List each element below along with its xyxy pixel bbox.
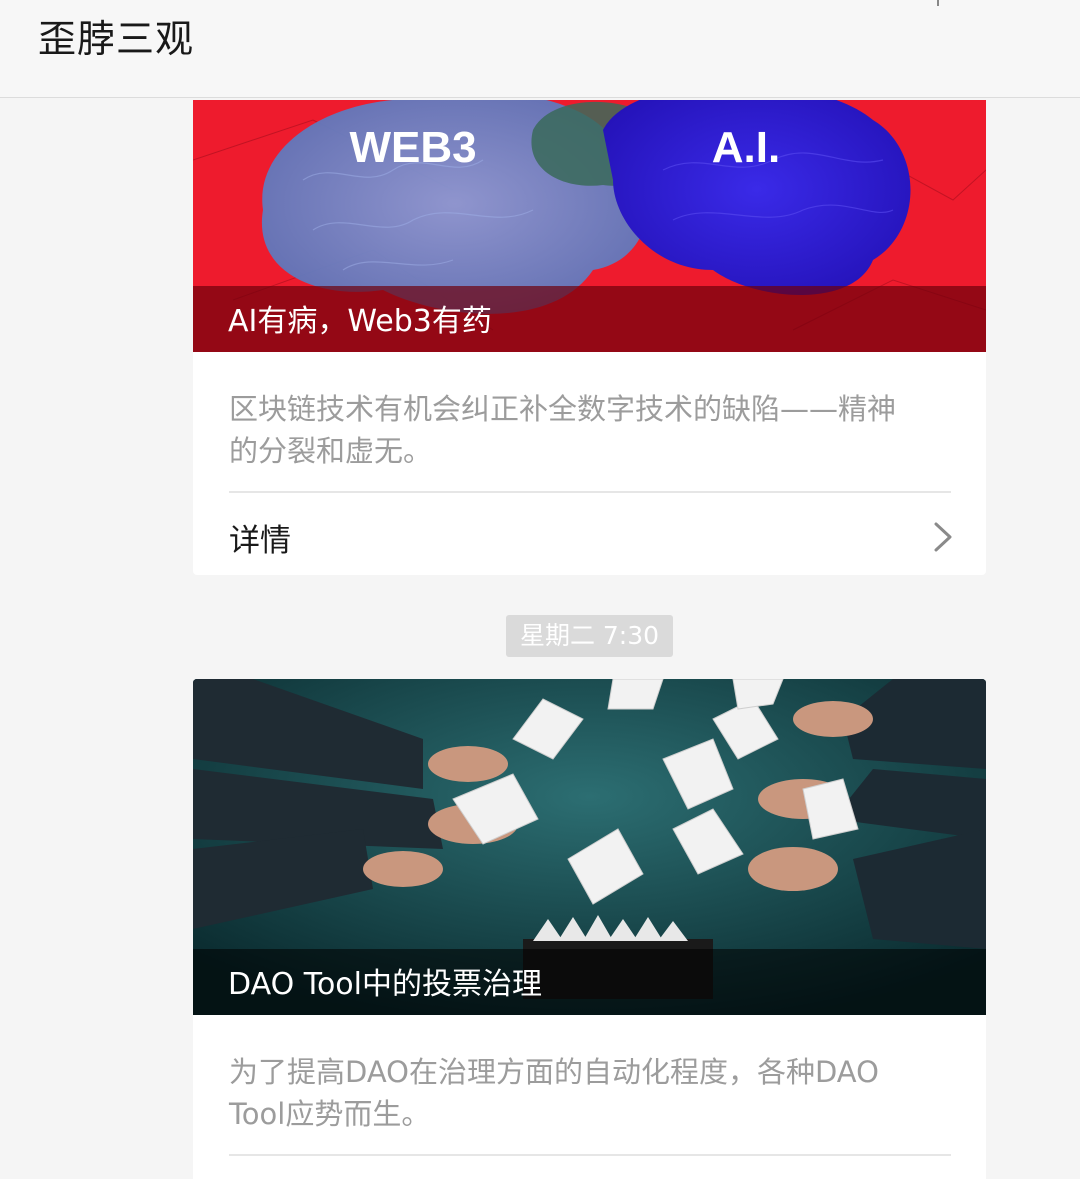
article-summary: 区块链技术有机会纠正补全数字技术的缺陷——精神的分裂和虚无。 [229, 392, 897, 468]
cover-title-bar: DAO Tool中的投票治理 [193, 949, 986, 1015]
article-card[interactable]: DAO Tool中的投票治理 为了提高DAO在治理方面的自动化程度，各种DAO … [193, 679, 986, 1179]
app-header: 歪脖三观 [0, 0, 1080, 98]
article-title: AI有病，Web3有药 [228, 304, 492, 339]
cover-label-ai: A.I. [712, 123, 780, 172]
account-title: 歪脖三观 [38, 17, 195, 61]
article-cover-image[interactable]: DAO Tool中的投票治理 [193, 679, 986, 1015]
chevron-right-icon [934, 522, 952, 552]
details-label: 详情 [229, 523, 291, 559]
article-summary: 为了提高DAO在治理方面的自动化程度，各种DAO Tool应势而生。 [229, 1055, 879, 1131]
article-title: DAO Tool中的投票治理 [228, 967, 542, 1002]
cover-label-web3: WEB3 [349, 123, 476, 172]
details-link[interactable]: 详情 [193, 493, 986, 575]
timestamp-badge: 星期二 7:30 [506, 615, 673, 657]
article-cover-image[interactable]: WEB3 A.I. AI有病，Web3有药 [193, 100, 986, 352]
header-edge-mark [937, 0, 939, 6]
cover-title-bar: AI有病，Web3有药 [193, 286, 986, 352]
article-card[interactable]: WEB3 A.I. AI有病，Web3有药 区块链技术有机会纠正补全数字技术的缺… [193, 100, 986, 575]
divider [229, 1154, 951, 1156]
